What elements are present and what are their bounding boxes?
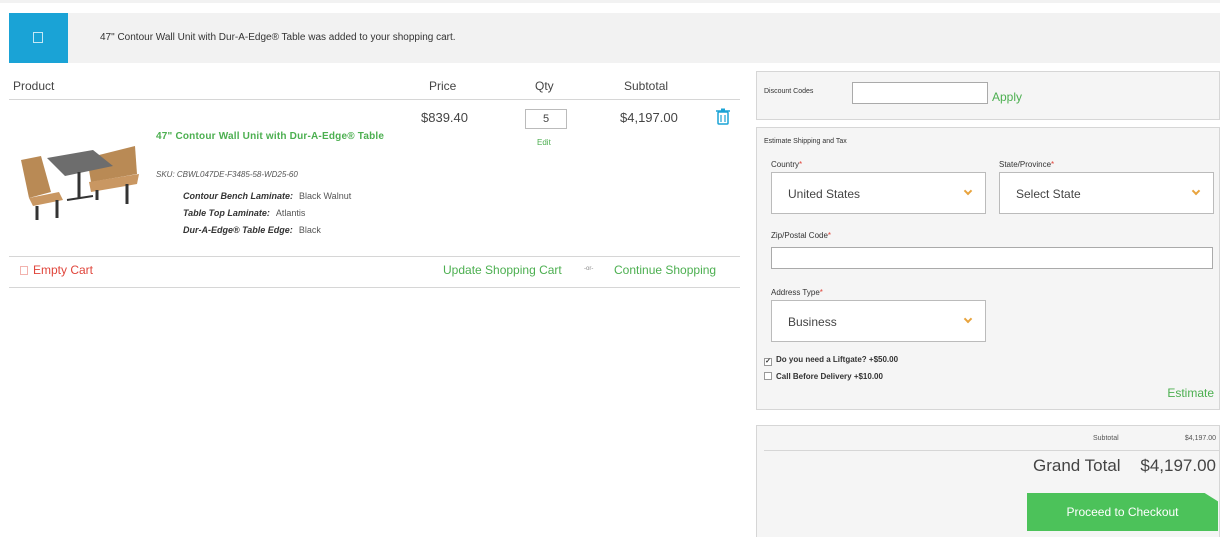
call-before-label: Call Before Delivery +$10.00 [776,372,883,381]
notice-message: 47" Contour Wall Unit with Dur-A-Edge® T… [100,32,456,43]
empty-cart-icon [20,266,28,275]
zip-input[interactable] [771,247,1213,269]
header-qty: Qty [535,79,554,93]
header-price: Price [429,79,457,93]
update-cart-button[interactable]: Update Shopping Cart [443,263,562,277]
option-label: Dur-A-Edge® Table Edge: [183,225,293,235]
product-name-link[interactable]: 47" Contour Wall Unit with Dur-A-Edge® T… [156,131,384,142]
state-value: Select State [1016,187,1081,201]
totals-divider [764,450,1219,451]
item-price: $839.40 [421,110,468,125]
top-divider [0,0,1220,3]
grand-total-value: $4,197.00 [1140,456,1216,475]
estimate-title: Estimate Shipping and Tax [764,138,847,145]
notice-icon [9,13,68,63]
added-to-cart-notice: 47" Contour Wall Unit with Dur-A-Edge® T… [9,13,1220,63]
option-table-edge: Dur-A-Edge® Table Edge: Black [183,225,321,235]
trash-icon[interactable] [716,108,730,125]
product-image[interactable] [17,120,145,228]
subtotal-label: Subtotal [1093,435,1119,442]
checkbox-icon [764,372,772,380]
grand-total-label: Grand Total [1033,456,1121,475]
discount-code-input[interactable] [852,82,988,104]
actions-divider [9,287,740,288]
country-label: Country* [771,160,803,169]
state-label: State/Province* [999,160,1055,169]
empty-cart-label: Empty Cart [33,263,94,277]
chevron-down-icon [1191,186,1201,196]
item-subtotal: $4,197.00 [620,110,678,125]
option-bench-laminate: Contour Bench Laminate: Black Walnut [183,191,351,201]
option-label: Table Top Laminate: [183,208,270,218]
or-separator: -or- [584,266,594,272]
liftgate-checkbox[interactable]: ✓ Do you need a Liftgate? +$50.00 [764,355,898,366]
edit-item-link[interactable]: Edit [537,138,551,147]
chevron-down-icon [963,314,973,324]
zip-label: Zip/Postal Code* [771,231,832,240]
continue-shopping-link[interactable]: Continue Shopping [614,263,716,277]
checkbox-checked-icon: ✓ [764,358,772,366]
option-value: Black [298,225,321,235]
empty-cart-button[interactable]: Empty Cart [20,263,93,277]
subtotal-value: $4,197.00 [1184,435,1216,442]
address-type-select[interactable]: Business [771,300,986,342]
discount-label: Discount Codes [764,88,814,95]
cart-table-header: Product Price Qty Subtotal [9,70,740,100]
country-value: United States [788,187,861,201]
estimate-button[interactable]: Estimate [1167,386,1214,400]
apply-discount-button[interactable]: Apply [992,90,1022,104]
proceed-to-checkout-button[interactable]: Proceed to Checkout [1027,493,1218,531]
chevron-down-icon [963,186,973,196]
product-sku: SKU: CBWL047DE-F3485-58-WD25-60 [156,170,298,179]
country-select[interactable]: United States [771,172,986,214]
discount-panel: Discount Codes Apply [756,71,1220,120]
header-product: Product [13,79,55,93]
estimate-shipping-panel: Estimate Shipping and Tax Country* Unite… [756,127,1220,410]
state-select[interactable]: Select State [999,172,1214,214]
header-subtotal: Subtotal [624,79,669,93]
option-value: Atlantis [275,208,306,218]
totals-panel: Subtotal $4,197.00 Grand Total $4,197.00… [756,425,1220,537]
address-type-label: Address Type* [771,288,823,297]
qty-input[interactable] [525,109,567,129]
address-type-value: Business [788,315,837,329]
option-value: Black Walnut [299,191,352,201]
liftgate-label: Do you need a Liftgate? +$50.00 [776,355,899,364]
row-divider [9,256,740,257]
call-before-checkbox[interactable]: Call Before Delivery +$10.00 [764,372,883,381]
option-label: Contour Bench Laminate: [183,191,294,201]
option-table-top: Table Top Laminate: Atlantis [183,208,305,218]
